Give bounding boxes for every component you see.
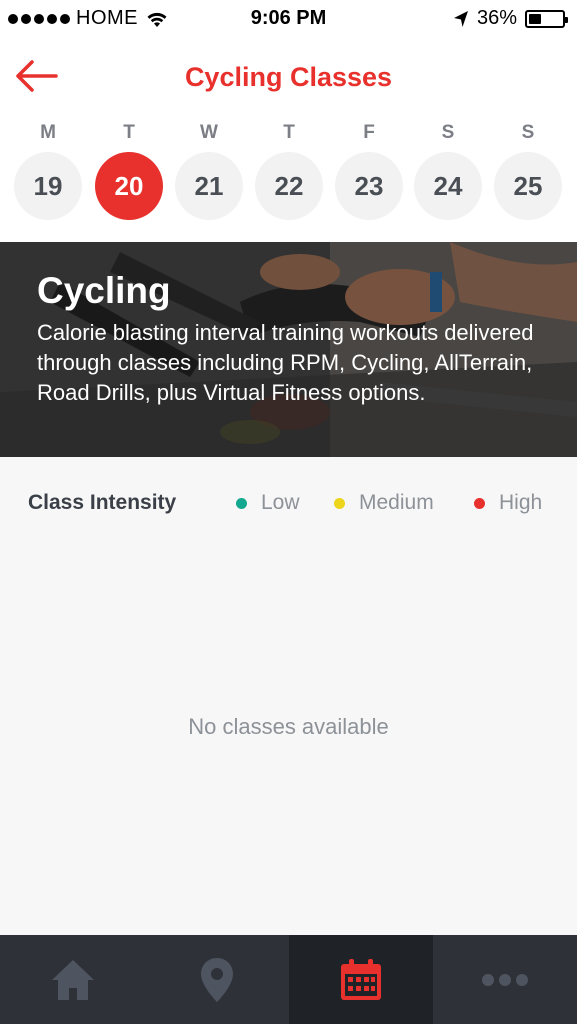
date-button-19[interactable]: 19 — [14, 152, 82, 220]
legend-high-label: High — [499, 491, 543, 514]
tab-locations[interactable] — [145, 935, 289, 1024]
date-button-21[interactable]: 21 — [175, 152, 243, 220]
day-letter: W — [200, 122, 218, 143]
tab-bar — [0, 935, 577, 1024]
class-title: Cycling — [37, 270, 171, 311]
class-list-area: Class Intensity Low Medium High No class… — [0, 457, 577, 935]
day-column-thu: T 22 — [255, 118, 323, 220]
day-column-wed: W 21 — [175, 118, 243, 220]
low-dot-icon — [236, 497, 247, 509]
tab-schedule[interactable] — [289, 935, 433, 1024]
calendar-icon — [341, 958, 381, 1000]
legend-medium-label: Medium — [359, 491, 434, 514]
home-icon — [51, 959, 94, 1000]
day-letter: M — [40, 122, 56, 143]
week-selector: M 19 T 20 W 21 T 22 F 23 S 24 S 25 — [0, 118, 577, 228]
date-button-24[interactable]: 24 — [414, 152, 482, 220]
empty-state-message: No classes available — [188, 714, 389, 739]
date-button-20-selected[interactable]: 20 — [95, 152, 163, 220]
medium-dot-icon — [334, 497, 345, 509]
class-description: Calorie blasting interval training worko… — [37, 320, 534, 405]
day-letter: S — [521, 122, 535, 143]
date-button-25[interactable]: 25 — [494, 152, 562, 220]
high-dot-icon — [474, 497, 485, 509]
intensity-label: Class Intensity — [28, 491, 177, 514]
screen: HOME 9:06 PM 36% Cycling Classes M 19 T … — [0, 0, 577, 1024]
day-letter: T — [283, 122, 295, 143]
day-column-sat: S 24 — [414, 118, 482, 220]
legend-medium: Medium — [334, 491, 434, 515]
tab-home[interactable] — [0, 935, 145, 1024]
battery-icon — [525, 9, 568, 28]
day-letter: F — [363, 122, 375, 143]
location-pin-icon — [201, 957, 233, 1002]
day-column-fri: F 23 — [335, 118, 403, 220]
date-button-22[interactable]: 22 — [255, 152, 323, 220]
day-letter: S — [441, 122, 455, 143]
class-hero-banner: Cycling Calorie blasting interval traini… — [0, 242, 577, 457]
battery-percent: 36% — [476, 7, 517, 29]
day-column-mon: M 19 — [14, 118, 82, 220]
status-bar: HOME 9:06 PM 36% — [0, 0, 577, 38]
intensity-legend: Class Intensity Low Medium High — [0, 457, 577, 547]
page-title: Cycling Classes — [184, 62, 393, 92]
day-column-sun: S 25 — [494, 118, 562, 220]
status-right: 36% — [453, 7, 568, 30]
nav-header: Cycling Classes — [0, 40, 577, 116]
day-column-tue: T 20 — [95, 118, 163, 220]
date-button-23[interactable]: 23 — [335, 152, 403, 220]
more-icon — [482, 973, 528, 986]
day-letter: T — [123, 122, 135, 143]
tab-more[interactable] — [433, 935, 577, 1024]
location-arrow-icon — [453, 10, 468, 27]
legend-low-label: Low — [261, 491, 300, 514]
legend-high: High — [474, 491, 542, 515]
legend-low: Low — [236, 491, 300, 515]
